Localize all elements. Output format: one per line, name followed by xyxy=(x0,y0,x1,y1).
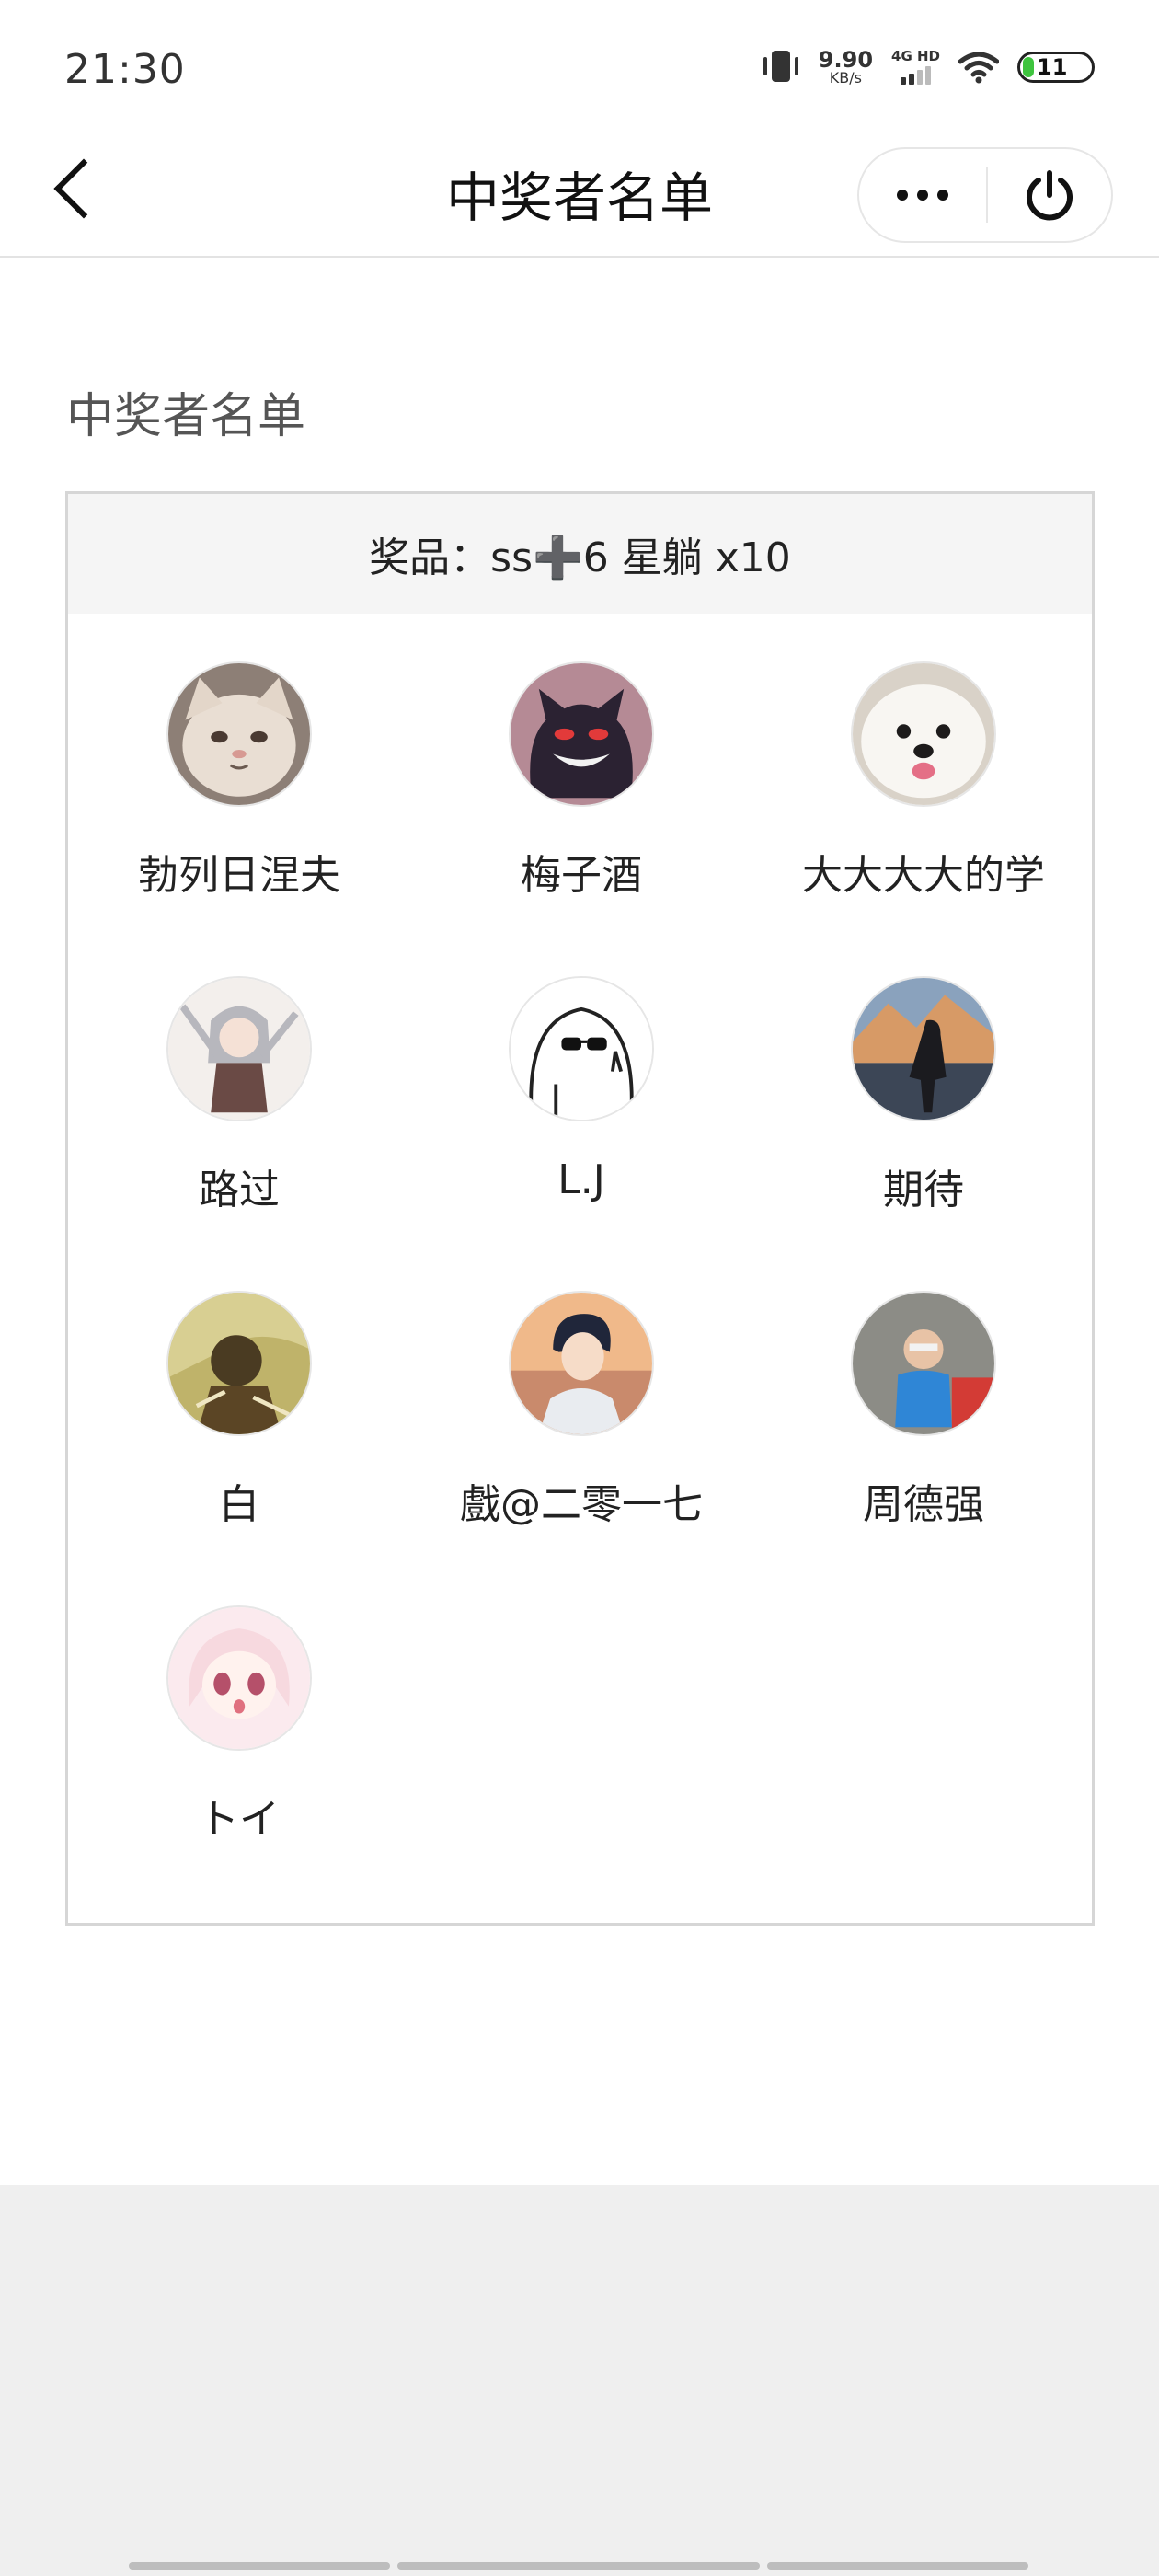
nav-bar: 中奖者名单 xyxy=(0,138,1159,258)
more-button[interactable] xyxy=(859,149,986,241)
winner-item[interactable]: トイ xyxy=(68,1605,410,1845)
winner-name: 大大大大的学 xyxy=(802,852,1045,899)
network-speed: 9.90 KB/s xyxy=(819,49,873,86)
winner-item[interactable]: 白 xyxy=(68,1291,410,1530)
battery-level: 11 xyxy=(1037,54,1068,80)
ghost-monster-avatar xyxy=(509,661,654,807)
winner-name: 白 xyxy=(219,1481,259,1528)
pink-anime-girl-avatar xyxy=(166,1605,312,1751)
winner-name: 路过 xyxy=(199,1167,280,1213)
prize-header: 奖品：ss➕6 星躺 x10 xyxy=(68,494,1092,614)
mini-program-capsule xyxy=(857,147,1113,243)
dark-anime-avatar xyxy=(166,1291,312,1436)
winner-item[interactable]: L.J xyxy=(410,976,752,1203)
speed-value: 9.90 xyxy=(818,47,874,73)
status-icons: 9.90 KB/s 4G HD 11 xyxy=(762,48,1095,86)
close-program-button[interactable] xyxy=(988,149,1111,241)
winner-item[interactable]: 大大大大的学 xyxy=(752,661,1095,901)
signal-icon xyxy=(901,66,931,85)
vibrate-icon xyxy=(762,48,800,86)
winner-item[interactable]: 周德强 xyxy=(752,1291,1095,1530)
network-type-label: 4G HD xyxy=(891,48,940,64)
mountain-hiker-avatar xyxy=(851,976,996,1121)
gesture-bar-right xyxy=(767,2562,1028,2570)
winner-item[interactable]: 路过 xyxy=(68,976,410,1215)
winner-name: L.J xyxy=(557,1156,605,1203)
winner-item[interactable]: 期待 xyxy=(752,976,1095,1215)
white-dog-avatar xyxy=(851,661,996,807)
status-time: 21:30 xyxy=(64,46,186,93)
winner-name: 梅子酒 xyxy=(521,852,642,899)
bottom-area xyxy=(0,2185,1159,2576)
winner-item[interactable]: 梅子酒 xyxy=(410,661,752,901)
cat-avatar xyxy=(166,661,312,807)
battery-icon: 11 xyxy=(1017,52,1095,83)
status-bar: 21:30 9.90 KB/s 4G HD 11 xyxy=(0,0,1159,138)
gesture-bar-left xyxy=(129,2562,390,2570)
winner-name: 勃列日涅夫 xyxy=(138,852,340,899)
winner-item[interactable]: 勃列日涅夫 xyxy=(68,661,410,901)
more-dots-icon xyxy=(897,190,908,201)
power-icon xyxy=(1027,170,1073,221)
winner-name: 期待 xyxy=(883,1167,964,1213)
wifi-icon xyxy=(958,52,999,84)
winner-item[interactable]: 戲@二零一七 xyxy=(410,1291,752,1530)
winner-name: 周德强 xyxy=(863,1481,984,1528)
speed-unit: KB/s xyxy=(829,69,862,86)
network-type: 4G HD xyxy=(891,50,940,85)
anime-girl-avatar xyxy=(166,976,312,1121)
gesture-bar-center[interactable] xyxy=(397,2562,760,2570)
anime-boy-avatar xyxy=(509,1291,654,1436)
section-title: 中奖者名单 xyxy=(66,389,306,444)
child-photo-avatar xyxy=(851,1291,996,1436)
winner-name: トイ xyxy=(199,1796,280,1843)
sunglasses-meme-avatar xyxy=(509,976,654,1121)
winner-name: 戲@二零一七 xyxy=(460,1481,703,1528)
winners-card: 奖品：ss➕6 星躺 x10 勃列日涅夫 梅子酒 大大大大的学 路过 L.J 期… xyxy=(65,491,1095,1926)
